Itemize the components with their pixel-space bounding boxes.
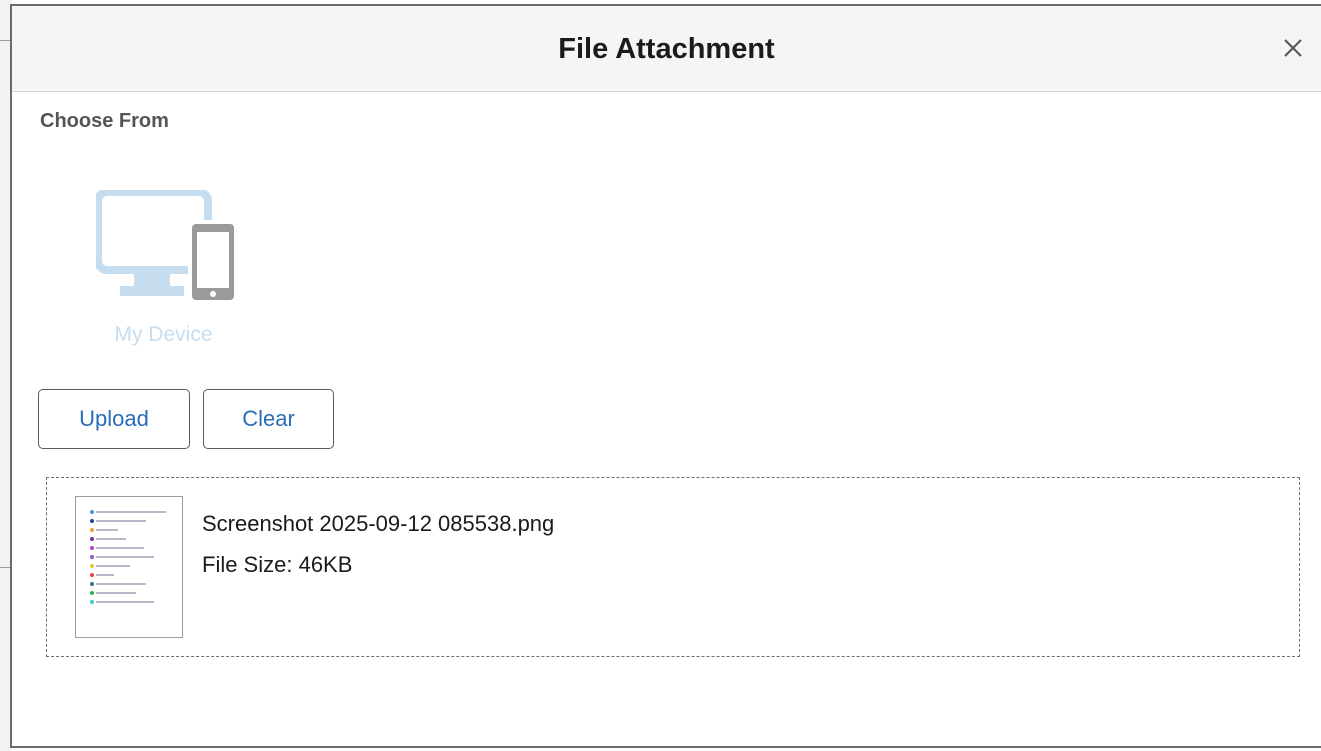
my-device-option[interactable]: My Device [82, 184, 252, 359]
image-thumbnail-icon [75, 496, 183, 638]
upload-button[interactable]: Upload [38, 389, 190, 449]
attachment-list: Screenshot 2025-09-12 085538.png File Si… [46, 477, 1300, 657]
dialog-title: File Attachment [558, 33, 775, 65]
close-button[interactable] [1281, 36, 1305, 60]
close-icon [1284, 39, 1302, 57]
attachment-file-name: Screenshot 2025-09-12 085538.png [202, 511, 555, 536]
attachment-file-size: File Size: 46KB [202, 552, 353, 577]
clear-button[interactable]: Clear [203, 389, 334, 449]
my-device-label: My Device [114, 323, 213, 346]
choose-from-label: Choose From [40, 110, 169, 132]
device-icon [96, 190, 236, 300]
file-attachment-dialog: File Attachment Choose From My Device Up… [10, 4, 1321, 748]
dialog-header: File Attachment [12, 6, 1321, 92]
